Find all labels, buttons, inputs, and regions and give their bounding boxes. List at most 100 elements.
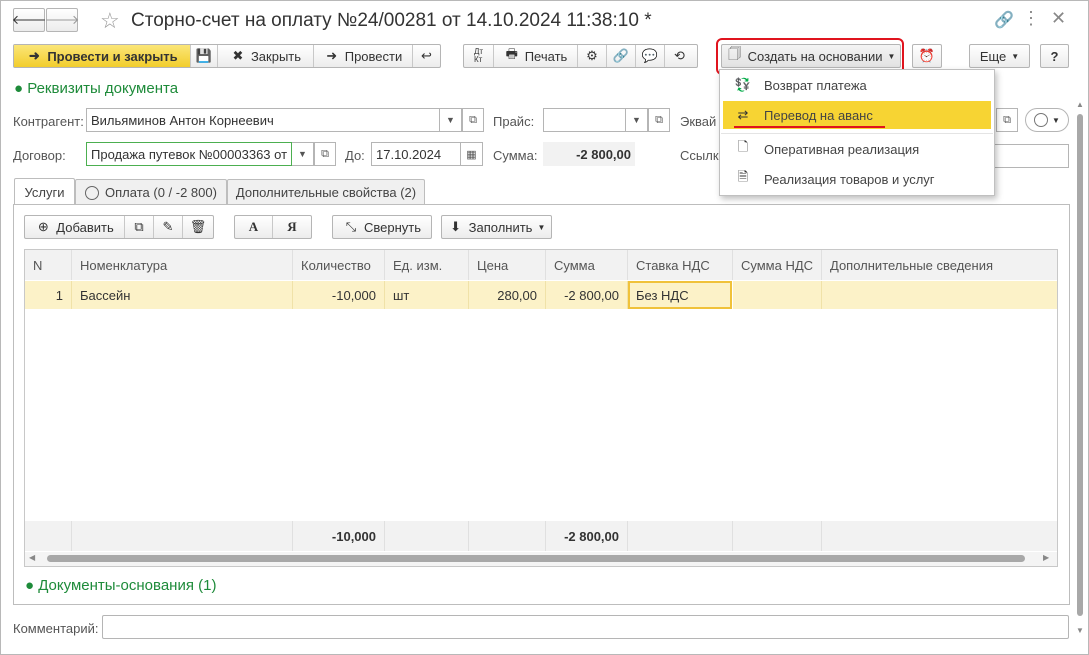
close-window-icon[interactable]: ✕ <box>1051 8 1066 29</box>
tab-services[interactable]: Услуги <box>14 178 75 205</box>
menu-item-goods-sale[interactable]: 🗎 Реализация товаров и услуг <box>721 164 993 194</box>
comment-field[interactable] <box>102 615 1069 639</box>
font-a-button[interactable]: А <box>235 216 273 238</box>
price-field[interactable] <box>543 108 626 132</box>
documents-base-link[interactable]: ● Документы-основания (1) <box>25 577 216 594</box>
link-field[interactable] <box>990 144 1069 168</box>
circle-icon <box>85 185 100 200</box>
to-date-field[interactable]: 17.10.2024 <box>371 142 461 166</box>
scroll-up-icon[interactable]: ▲ <box>1076 100 1084 109</box>
vertical-scrollbar[interactable]: ▲ ▼ <box>1075 100 1085 640</box>
requisites-section-link[interactable]: ● Реквизиты документа <box>14 80 178 97</box>
delete-button[interactable]: 🗑 <box>183 216 213 238</box>
menu-dots-icon[interactable]: ⋮ <box>1022 8 1040 29</box>
close-button[interactable]: ✖ Закрыть <box>218 45 314 67</box>
add-button[interactable]: ⊕ Добавить <box>25 216 125 238</box>
scroll-left-icon[interactable]: ◀ <box>29 553 35 562</box>
edit-button[interactable]: ✎ <box>154 216 183 238</box>
circle-icon <box>1034 113 1049 127</box>
cell-sum[interactable]: -2 800,00 <box>546 281 628 309</box>
color-picker[interactable]: ▼ <box>1025 108 1069 132</box>
open-icon: ⧉ <box>321 147 329 160</box>
counterparty-dropdown[interactable]: ▼ <box>440 108 462 132</box>
settings-button[interactable]: ⚙ <box>578 45 607 67</box>
copy-button[interactable]: ⧉ <box>125 216 154 238</box>
contract-open[interactable]: ⧉ <box>314 142 336 166</box>
col-header-n[interactable]: N <box>25 250 72 280</box>
red-underline <box>734 126 885 128</box>
fill-button[interactable]: ⬇ Заполнить ▼ <box>441 215 552 239</box>
contract-dropdown[interactable]: ▼ <box>292 142 314 166</box>
menu-item-operational-sale[interactable]: 🗋 Оперативная реализация <box>721 134 993 164</box>
print-button[interactable]: 🖶 Печать <box>494 45 578 67</box>
price-dropdown[interactable]: ▼ <box>626 108 648 132</box>
attach-link-button[interactable]: 🔗 <box>607 45 636 67</box>
cell-quantity[interactable]: -10,000 <box>293 281 385 309</box>
post-button[interactable]: ➜ Провести <box>314 45 413 67</box>
calendar-icon: ▦ <box>466 148 477 161</box>
col-header-nomenclature[interactable]: Номенклатура <box>72 250 293 280</box>
col-header-vat-sum[interactable]: Сумма НДС <box>733 250 822 280</box>
post-icon: ➜ <box>326 48 338 63</box>
menu-item-advance-transfer[interactable]: ⇄ Перевод на аванс <box>723 101 991 129</box>
counterparty-label: Контрагент: <box>13 114 84 129</box>
cell-vat-rate[interactable]: Без НДС <box>628 281 732 309</box>
vscroll-thumb[interactable] <box>1077 114 1083 616</box>
counterparty-field[interactable]: Вильяминов Антон Корнеевич <box>86 108 440 132</box>
cell-vat-sum[interactable] <box>733 281 822 309</box>
collapse-button[interactable]: ⤡ Свернуть <box>332 215 432 239</box>
print-toolbar: Дт Кт 🖶 Печать ⚙ 🔗 💬 ⟲ <box>463 44 698 68</box>
col-header-sum[interactable]: Сумма <box>546 250 628 280</box>
post-and-close-button[interactable]: ➜ Провести и закрыть <box>14 45 191 67</box>
more-label: Еще <box>979 48 1007 64</box>
menu-item-label: Реализация товаров и услуг <box>764 171 935 187</box>
create-based-label: Создать на основании <box>747 48 883 64</box>
undo-post-button[interactable]: ↩ <box>413 45 440 67</box>
save-icon: 💾 <box>195 48 213 63</box>
more-button[interactable]: Еще ▼ <box>969 44 1030 68</box>
tab-additional-properties[interactable]: Дополнительные свойства (2) <box>227 179 425 205</box>
col-header-unit[interactable]: Ед. изм. <box>385 250 469 280</box>
open-icon: ⧉ <box>469 113 477 126</box>
horizontal-scrollbar[interactable]: ◀ ▶ <box>25 552 1057 566</box>
scroll-down-icon[interactable]: ▼ <box>1076 626 1084 635</box>
history-button[interactable]: ⟲ <box>665 45 694 67</box>
cell-nomenclature[interactable]: Бассейн <box>72 281 293 309</box>
forward-button[interactable]: 🡒 <box>44 8 80 32</box>
cell-extra[interactable] <box>822 281 1057 309</box>
cash-return-icon: 💱 <box>734 77 752 92</box>
tab-additional-label: Дополнительные свойства (2) <box>235 185 417 200</box>
cell-n[interactable]: 1 <box>25 281 72 309</box>
close-label: Закрыть <box>250 48 302 64</box>
add-label: Добавить <box>56 219 114 235</box>
cell-unit[interactable]: шт <box>385 281 469 309</box>
counterparty-open[interactable]: ⧉ <box>462 108 484 132</box>
comment-label: Комментарий: <box>13 621 99 636</box>
contract-field[interactable]: Продажа путевок №00003363 от <box>86 142 292 166</box>
tab-payment[interactable]: Оплата (0 / -2 800) <box>75 179 227 205</box>
favorite-star-icon[interactable]: ☆ <box>100 8 120 34</box>
col-header-extra[interactable]: Дополнительные сведения <box>822 250 1057 280</box>
menu-item-payment-return[interactable]: 💱 Возврат платежа <box>721 70 993 100</box>
create-based-on-button[interactable]: 🗍 Создать на основании ▼ <box>721 44 901 68</box>
scrollbar-thumb[interactable] <box>47 555 1025 562</box>
calendar-button[interactable]: ▦ <box>461 142 483 166</box>
help-button[interactable]: ? <box>1040 44 1069 68</box>
font-ya-button[interactable]: Я <box>273 216 311 238</box>
discussion-button[interactable]: 💬 <box>636 45 665 67</box>
save-button[interactable]: 💾 <box>191 45 218 67</box>
cell-price[interactable]: 280,00 <box>469 281 546 309</box>
col-header-quantity[interactable]: Количество <box>293 250 385 280</box>
acquiring-open[interactable]: ⧉ <box>996 108 1018 132</box>
window-title: Сторно-счет на оплату №24/00281 от 14.10… <box>131 10 652 31</box>
scroll-right-icon[interactable]: ▶ <box>1043 553 1049 562</box>
reminder-button[interactable]: ⏰ <box>912 44 942 68</box>
dt-kt-button[interactable]: Дт Кт <box>464 45 494 67</box>
col-header-price[interactable]: Цена <box>469 250 546 280</box>
footer-cell <box>822 521 1057 551</box>
price-open[interactable]: ⧉ <box>648 108 670 132</box>
link-icon[interactable]: 🔗 <box>994 10 1014 30</box>
arrow-right-icon: 🡒 <box>44 12 80 27</box>
back-button[interactable]: 🡐 <box>12 8 46 32</box>
col-header-vat-rate[interactable]: Ставка НДС <box>628 250 733 280</box>
